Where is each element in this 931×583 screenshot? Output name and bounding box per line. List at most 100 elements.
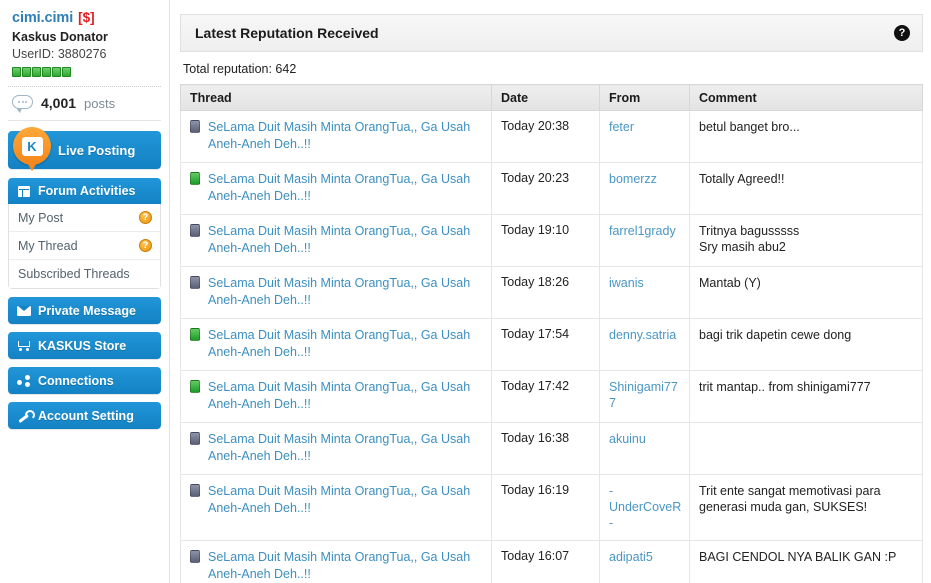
status-icon-green (190, 328, 200, 341)
sidebar-item-label: Account Setting (38, 408, 134, 423)
user-title: Kaskus Donator (12, 30, 108, 44)
user-id: UserID: 3880276 (12, 47, 107, 61)
forum-activities-header[interactable]: Forum Activities (8, 178, 161, 204)
cell-date: Today 19:10 (491, 214, 600, 267)
panel-header: Latest Reputation Received ? (180, 14, 923, 52)
live-posting-button[interactable]: K Live Posting (8, 127, 161, 171)
reputation-table: Thread Date From Comment SeLama Duit Mas… (180, 84, 923, 583)
cell-comment: Trit ente sangat memotivasi para generas… (689, 474, 923, 541)
page-root: cimi.cimi [$] Kaskus Donator UserID: 388… (0, 0, 931, 583)
thread-link[interactable]: SeLama Duit Masih Minta OrangTua,, Ga Us… (208, 119, 485, 153)
question-mark-icon[interactable]: ? (139, 239, 152, 252)
table-row: SeLama Duit Masih Minta OrangTua,, Ga Us… (180, 474, 923, 541)
sidebar: cimi.cimi [$] Kaskus Donator UserID: 388… (0, 0, 170, 583)
from-user-link[interactable]: feter (609, 120, 634, 134)
cell-comment: bagi trik dapetin cewe dong (689, 318, 923, 371)
cell-from: denny.satria (599, 318, 690, 371)
reputation-table-body: SeLama Duit Masih Minta OrangTua,, Ga Us… (180, 110, 923, 583)
cell-comment: Mantab (Y) (689, 266, 923, 319)
status-icon-gray (190, 484, 200, 497)
reputation-block (62, 67, 71, 77)
thread-link[interactable]: SeLama Duit Masih Minta OrangTua,, Ga Us… (208, 549, 485, 583)
cell-comment: Tritnya bagusssss Sry masih abu2 (689, 214, 923, 267)
status-icon-gray (190, 120, 200, 133)
from-user-link[interactable]: akuinu (609, 432, 646, 446)
column-header-from[interactable]: From (599, 84, 690, 111)
from-user-link[interactable]: farrel1grady (609, 224, 676, 238)
posts-divider (8, 120, 161, 121)
table-row: SeLama Duit Masih Minta OrangTua,, Ga Us… (180, 214, 923, 267)
main-content: Latest Reputation Received ? Total reput… (170, 0, 931, 583)
column-header-thread[interactable]: Thread (180, 84, 492, 111)
cell-from: -UnderCoveR- (599, 474, 690, 541)
username[interactable]: cimi.cimi (12, 10, 73, 26)
cell-from: bomerzz (599, 162, 690, 215)
cell-comment: betul banget bro... (689, 110, 923, 163)
comment-text: Trit ente sangat memotivasi para generas… (699, 484, 881, 514)
page-title: Latest Reputation Received (195, 25, 379, 41)
cell-date: Today 17:42 (491, 370, 600, 423)
thread-link[interactable]: SeLama Duit Masih Minta OrangTua,, Ga Us… (208, 327, 485, 361)
comment-text: betul banget bro... (699, 120, 800, 134)
status-icon-gray (190, 224, 200, 237)
sidebar-item-my-post[interactable]: My Post ? (9, 204, 160, 232)
comment-text: Totally Agreed!! (699, 172, 785, 186)
table-row: SeLama Duit Masih Minta OrangTua,, Ga Us… (180, 422, 923, 475)
cell-date: Today 16:38 (491, 422, 600, 475)
cell-from: Shinigami777 (599, 370, 690, 423)
from-user-link[interactable]: -UnderCoveR- (609, 484, 681, 530)
thread-link[interactable]: SeLama Duit Masih Minta OrangTua,, Ga Us… (208, 275, 485, 309)
comment-text: trit mantap.. from shinigami777 (699, 380, 871, 394)
cell-comment: trit mantap.. from shinigami777 (689, 370, 923, 423)
cell-date: Today 20:23 (491, 162, 600, 215)
thread-link[interactable]: SeLama Duit Masih Minta OrangTua,, Ga Us… (208, 431, 485, 465)
speech-bubble-icon (12, 95, 33, 113)
table-row: SeLama Duit Masih Minta OrangTua,, Ga Us… (180, 540, 923, 583)
from-user-link[interactable]: denny.satria (609, 328, 676, 342)
question-mark-icon[interactable]: ? (139, 211, 152, 224)
total-reputation: Total reputation: 642 (183, 62, 297, 76)
sidebar-item-my-thread[interactable]: My Thread ? (9, 232, 160, 260)
from-user-link[interactable]: iwanis (609, 276, 644, 290)
forum-activities-label: Forum Activities (38, 184, 136, 198)
cell-from: feter (599, 110, 690, 163)
cell-date: Today 16:07 (491, 540, 600, 583)
cell-thread: SeLama Duit Masih Minta OrangTua,, Ga Us… (180, 318, 492, 371)
kaskus-k-badge: K (21, 136, 43, 156)
sidebar-item-connections[interactable]: Connections (8, 367, 161, 394)
wrench-icon (17, 409, 35, 422)
thread-link[interactable]: SeLama Duit Masih Minta OrangTua,, Ga Us… (208, 379, 485, 413)
cell-from: akuinu (599, 422, 690, 475)
from-user-link[interactable]: Shinigami777 (609, 380, 678, 410)
cell-comment (689, 422, 923, 475)
sidebar-item-kaskus-store[interactable]: KASKUS Store (8, 332, 161, 359)
cell-comment: BAGI CENDOL NYA BALIK GAN :P (689, 540, 923, 583)
table-row: SeLama Duit Masih Minta OrangTua,, Ga Us… (180, 162, 923, 215)
from-user-link[interactable]: adipati5 (609, 550, 653, 564)
status-icon-gray (190, 276, 200, 289)
column-header-comment[interactable]: Comment (689, 84, 923, 111)
reputation-block (52, 67, 61, 77)
thread-link[interactable]: SeLama Duit Masih Minta OrangTua,, Ga Us… (208, 171, 485, 205)
profile-box: cimi.cimi [$] Kaskus Donator UserID: 388… (8, 8, 161, 77)
cell-date: Today 18:26 (491, 266, 600, 319)
sidebar-item-label: KASKUS Store (38, 338, 127, 353)
comment-text: BAGI CENDOL NYA BALIK GAN :P (699, 550, 897, 564)
shopping-cart-icon (17, 339, 31, 352)
sidebar-item-subscribed-threads[interactable]: Subscribed Threads (9, 260, 160, 288)
status-icon-gray (190, 550, 200, 563)
from-user-link[interactable]: bomerzz (609, 172, 657, 186)
column-header-date[interactable]: Date (491, 84, 600, 111)
help-circle-icon[interactable]: ? (894, 25, 910, 41)
thread-link[interactable]: SeLama Duit Masih Minta OrangTua,, Ga Us… (208, 223, 485, 257)
table-row: SeLama Duit Masih Minta OrangTua,, Ga Us… (180, 370, 923, 423)
thread-link[interactable]: SeLama Duit Masih Minta OrangTua,, Ga Us… (208, 483, 485, 517)
table-row: SeLama Duit Masih Minta OrangTua,, Ga Us… (180, 266, 923, 319)
sidebar-item-label: My Post (18, 210, 64, 225)
posts-label: posts (84, 95, 116, 111)
table-row: SeLama Duit Masih Minta OrangTua,, Ga Us… (180, 318, 923, 371)
posts-row: 4,001 posts (8, 87, 161, 120)
sidebar-item-account-setting[interactable]: Account Setting (8, 402, 161, 429)
sidebar-item-private-message[interactable]: Private Message (8, 297, 161, 324)
cell-date: Today 17:54 (491, 318, 600, 371)
